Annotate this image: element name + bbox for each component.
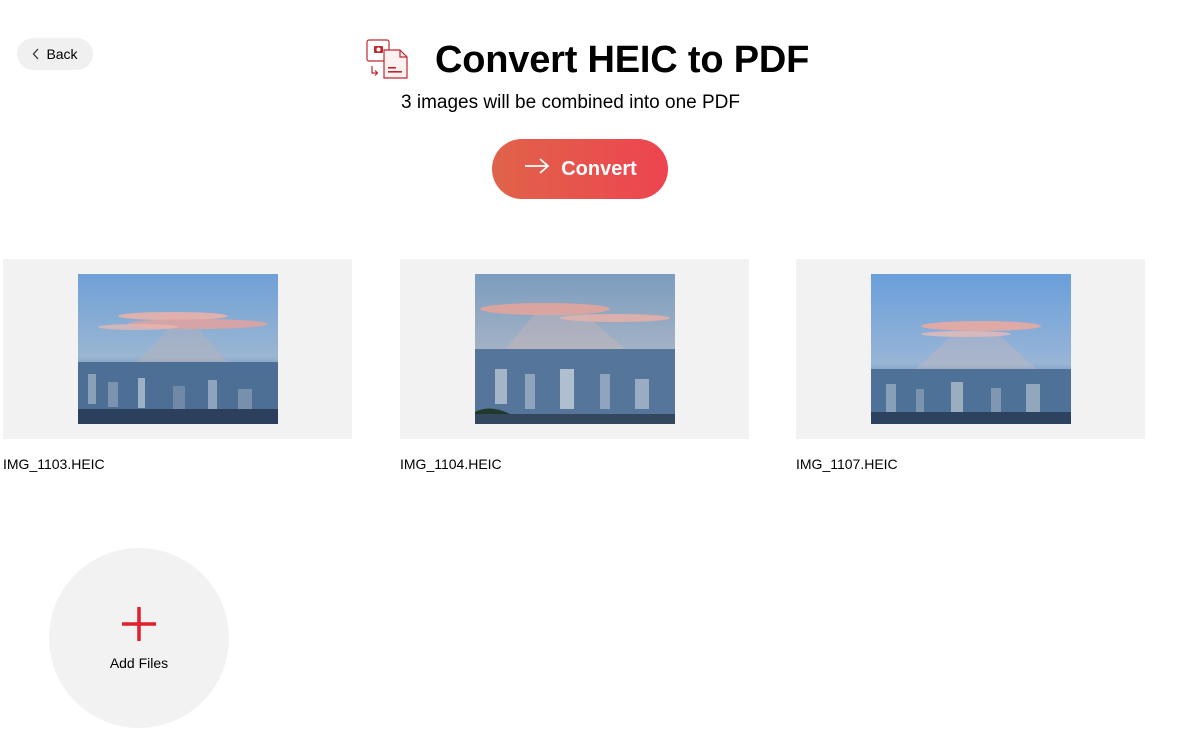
file-thumbnail-area — [3, 259, 352, 439]
file-thumbnail-area — [796, 259, 1145, 439]
file-card[interactable]: IMG_1103.HEIC — [3, 259, 352, 472]
file-thumbnail — [870, 274, 1071, 424]
file-name: IMG_1104.HEIC — [400, 456, 502, 472]
file-thumbnail — [77, 274, 278, 424]
back-button[interactable]: Back — [17, 38, 93, 70]
file-name: IMG_1103.HEIC — [3, 456, 105, 472]
plus-icon — [120, 605, 158, 648]
convert-button[interactable]: Convert — [492, 139, 668, 199]
page-title: Convert HEIC to PDF — [435, 39, 810, 81]
add-files-button[interactable]: Add Files — [49, 548, 229, 728]
convert-button-label: Convert — [561, 157, 637, 180]
file-name: IMG_1107.HEIC — [796, 456, 898, 472]
file-thumbnail-area — [400, 259, 749, 439]
arrow-right-icon — [523, 157, 551, 181]
add-files-label: Add Files — [109, 655, 169, 671]
file-card[interactable]: IMG_1107.HEIC — [796, 259, 1145, 472]
file-thumbnail — [474, 274, 675, 424]
heic-to-pdf-icon — [364, 38, 410, 82]
page-subtitle: 3 images will be combined into one PDF — [401, 92, 741, 113]
back-button-label: Back — [46, 46, 78, 62]
file-card[interactable]: IMG_1104.HEIC — [400, 259, 749, 472]
chevron-left-icon — [32, 48, 40, 60]
